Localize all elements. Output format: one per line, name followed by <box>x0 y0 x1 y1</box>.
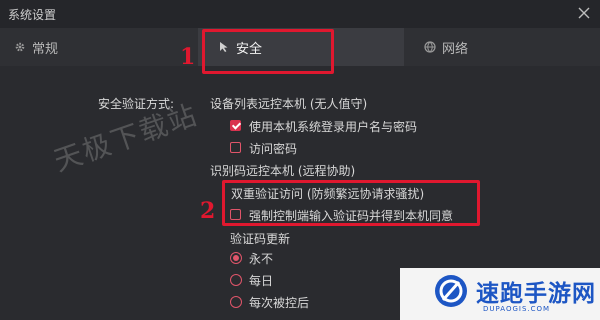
annotation-box-1 <box>202 29 334 74</box>
access-password-checkbox[interactable] <box>230 142 241 153</box>
use-system-login-checkbox[interactable] <box>230 120 241 131</box>
use-system-login-label: 使用本机系统登录用户名与密码 <box>249 120 418 134</box>
brand-watermark: 速跑手游网 DUPAOGIS.COM <box>400 268 600 320</box>
tab-network[interactable]: 网络 <box>424 28 468 66</box>
code-update-daily-label: 每日 <box>249 274 274 288</box>
access-password-label: 访问密码 <box>249 142 298 156</box>
code-update-label: 验证码更新 <box>230 232 291 246</box>
title-bar: 系统设置 <box>0 0 600 28</box>
code-update-after-control-radio[interactable] <box>230 296 242 308</box>
code-heading: 识别码远控本机 (远程协助) <box>210 164 356 178</box>
window-title: 系统设置 <box>8 8 57 22</box>
code-update-never-label: 永不 <box>249 252 274 266</box>
brand-url: DUPAOGIS.COM <box>483 305 551 313</box>
verify-mode-label: 安全验证方式: <box>98 97 175 111</box>
tab-general[interactable]: 常规 <box>14 28 58 66</box>
code-update-after-control-label: 每次被控后 <box>249 296 310 310</box>
device-list-heading: 设备列表远控本机 (无人值守) <box>210 97 368 111</box>
close-icon[interactable] <box>576 5 592 21</box>
annotation-box-2 <box>222 180 480 226</box>
brand-logo-icon <box>435 275 467 307</box>
code-update-daily-radio[interactable] <box>230 274 242 286</box>
gear-icon <box>15 42 25 52</box>
annotation-number-2: 2 <box>200 198 216 224</box>
annotation-number-1: 1 <box>180 44 196 70</box>
code-update-never-radio[interactable] <box>230 252 242 264</box>
globe-icon <box>424 41 436 53</box>
tab-network-label: 网络 <box>442 41 469 57</box>
tab-general-label: 常规 <box>32 41 59 57</box>
brand-name: 速跑手游网 <box>476 281 596 307</box>
